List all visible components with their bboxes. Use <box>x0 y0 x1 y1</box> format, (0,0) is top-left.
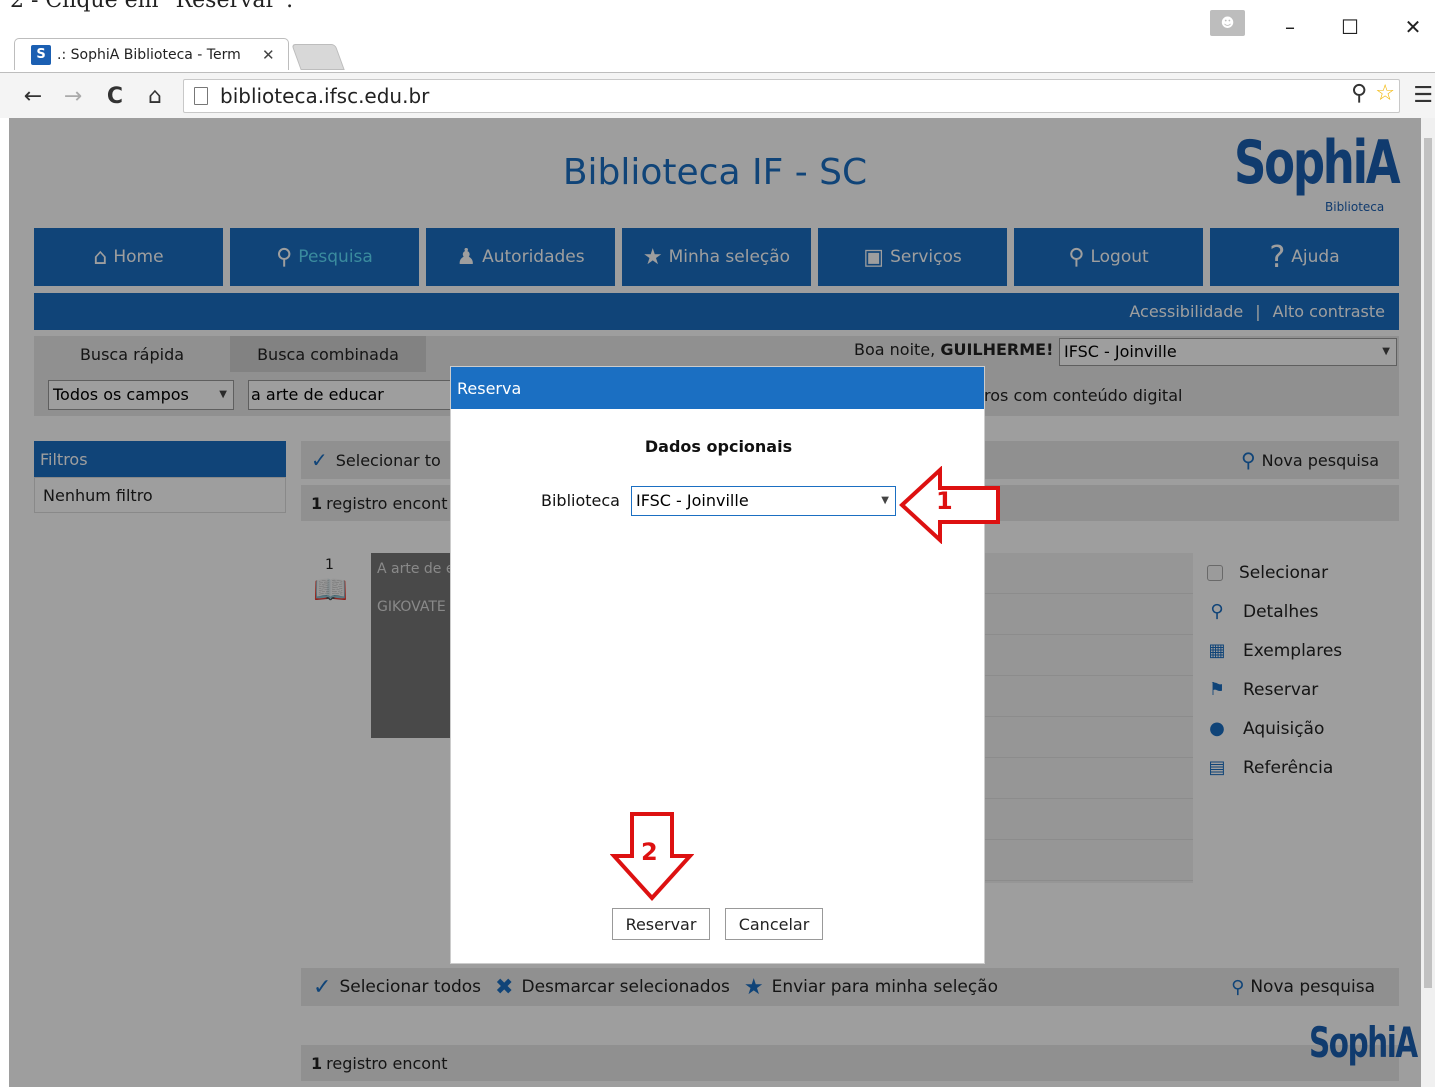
back-arrow-icon[interactable]: ← <box>18 81 48 111</box>
dialog-library-select[interactable]: IFSC - Joinville ▼ <box>631 486 896 516</box>
key-icon[interactable]: ⚲ <box>1351 81 1367 106</box>
instruction-text: 2 - Clique em "Reservar". <box>10 0 294 13</box>
address-bar[interactable]: biblioteca.ifsc.edu.br <box>183 79 1400 113</box>
browser-toolbar: ← → C ⌂ biblioteca.ifsc.edu.br ⚲ ☆ ☰ <box>0 72 1435 118</box>
page-scrollbar[interactable] <box>1421 118 1435 1087</box>
reload-icon[interactable]: C <box>100 81 130 111</box>
tab-close-icon[interactable]: ✕ <box>262 46 280 64</box>
user-profile-icon[interactable]: ☻ <box>1210 10 1245 36</box>
browser-tab[interactable]: S .: SophiA Biblioteca - Term ✕ <box>14 38 289 70</box>
home-browser-icon[interactable]: ⌂ <box>140 81 170 111</box>
tab-title: .: SophiA Biblioteca - Term <box>57 46 241 63</box>
library-label: Biblioteca <box>541 491 620 510</box>
bookmark-star-icon[interactable]: ☆ <box>1375 81 1395 106</box>
sophia-favicon-icon: S <box>31 44 51 65</box>
chevron-down-icon: ▼ <box>881 495 889 506</box>
forward-arrow-icon[interactable]: → <box>58 81 88 111</box>
new-tab-button[interactable] <box>291 44 345 70</box>
reserve-button[interactable]: Reservar <box>612 908 710 940</box>
cancel-button[interactable]: Cancelar <box>725 908 823 940</box>
tab-bar: S .: SophiA Biblioteca - Term ✕ <box>0 36 1435 72</box>
page-icon <box>194 87 208 105</box>
dialog-title: Reserva <box>451 367 984 409</box>
scroll-thumb[interactable] <box>1424 138 1432 988</box>
annotation-number-1: 1 <box>936 487 953 515</box>
menu-icon[interactable]: ☰ <box>1413 83 1433 108</box>
dialog-subtitle: Dados opcionais <box>644 437 793 456</box>
reserva-dialog: Reserva Dados opcionais Biblioteca IFSC … <box>450 366 985 964</box>
annotation-number-2: 2 <box>641 838 658 866</box>
url-text: biblioteca.ifsc.edu.br <box>220 84 430 108</box>
